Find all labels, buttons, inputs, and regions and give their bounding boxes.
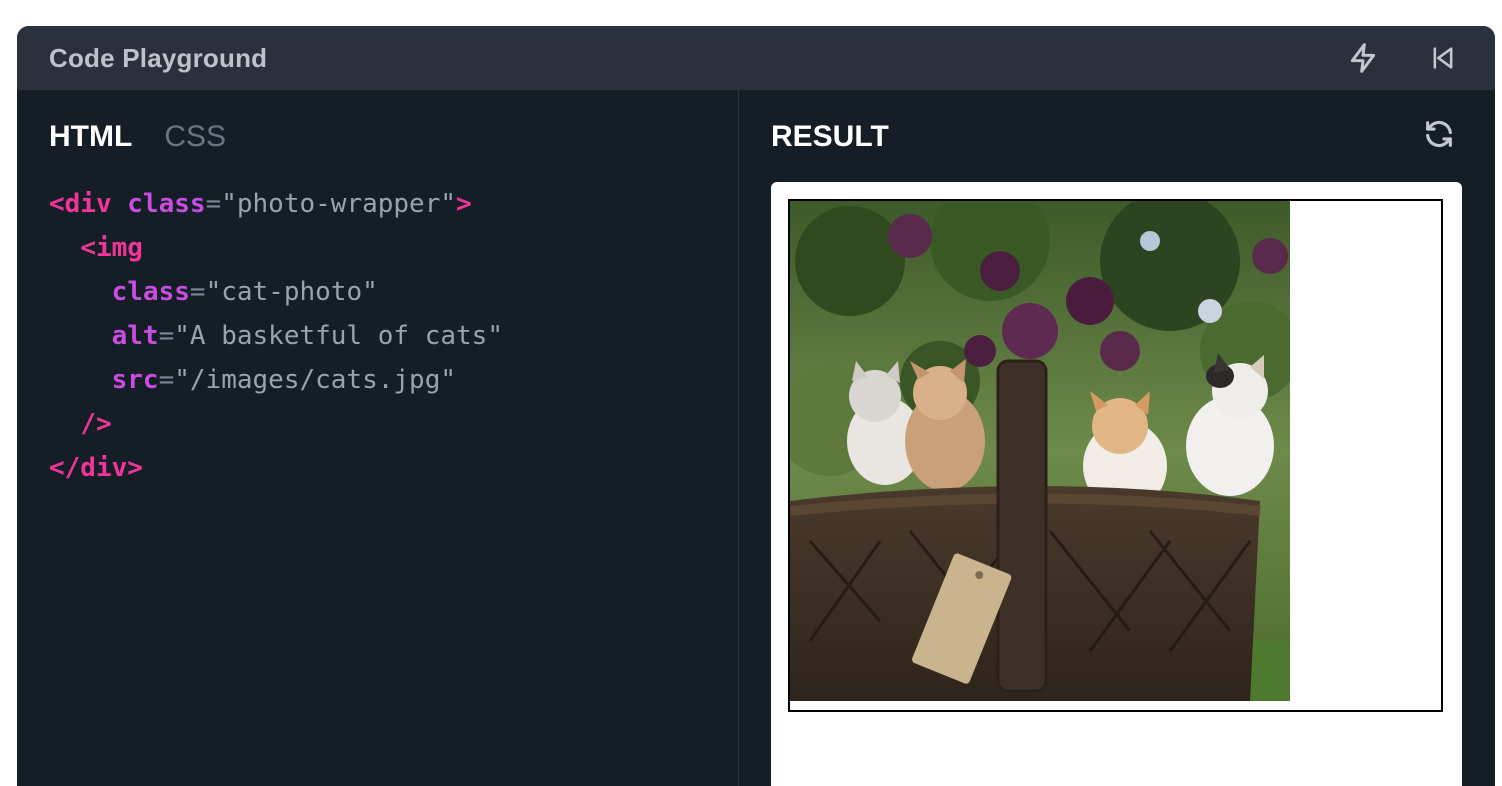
result-frame	[771, 182, 1462, 786]
code-token: <img	[80, 233, 143, 263]
code-token: =	[189, 277, 206, 307]
code-token: />	[80, 409, 112, 439]
code-token: "photo-wrapper"	[221, 189, 457, 219]
code-pane: HTML CSS <div class="photo-wrapper"> <im…	[17, 90, 739, 786]
window-title: Code Playground	[49, 42, 268, 73]
lightning-icon[interactable]	[1343, 38, 1383, 78]
code-token: class	[111, 277, 190, 307]
result-header: RESULT	[771, 120, 889, 153]
code-token: =	[158, 321, 175, 351]
code-editor[interactable]: <div class="photo-wrapper"> <img class="…	[49, 182, 503, 490]
title-bar: Code Playground	[17, 26, 1495, 90]
code-token: =	[205, 189, 222, 219]
cat-photo	[790, 201, 1290, 701]
result-pane: RESULT	[739, 90, 1495, 786]
code-token: "cat-photo"	[205, 277, 378, 307]
tab-html[interactable]: HTML	[49, 120, 132, 154]
code-token: alt	[111, 321, 159, 351]
code-token: <div	[49, 189, 112, 219]
code-token: src	[111, 365, 159, 395]
panes: HTML CSS <div class="photo-wrapper"> <im…	[17, 90, 1495, 786]
refresh-icon[interactable]	[1419, 114, 1459, 154]
code-token: "/images/cats.jpg"	[174, 365, 457, 395]
code-token: </div>	[49, 453, 143, 483]
tab-css[interactable]: CSS	[164, 120, 226, 154]
photo-wrapper	[788, 199, 1443, 712]
code-token: >	[456, 189, 472, 219]
editor-tabs: HTML CSS	[49, 120, 226, 154]
title-actions	[1343, 38, 1463, 78]
code-token: class	[127, 189, 206, 219]
code-token: =	[158, 365, 175, 395]
skip-back-icon[interactable]	[1423, 38, 1463, 78]
code-playground-window: Code Playground HTML CSS <div class="pho…	[17, 26, 1495, 786]
code-token: "A basketful of cats"	[174, 321, 503, 351]
